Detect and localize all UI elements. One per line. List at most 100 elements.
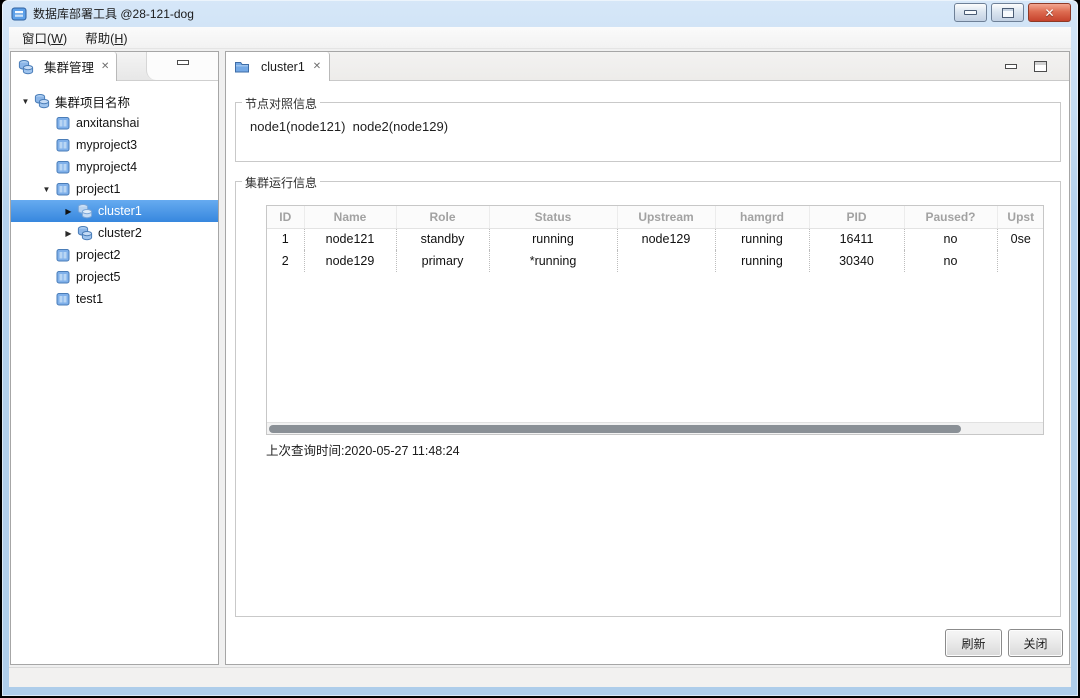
col-header-hamgrd[interactable]: hamgrd <box>714 206 809 229</box>
tree-item-label: myproject3 <box>76 138 138 152</box>
cell: 0se <box>996 228 1043 250</box>
cell: no <box>903 228 997 250</box>
tree-item-cluster2[interactable]: cluster2 <box>11 222 218 244</box>
window-frame-bottom <box>2 687 1078 696</box>
expander-icon[interactable] <box>38 185 55 194</box>
minimize-view-icon[interactable] <box>176 60 189 65</box>
col-header-pid[interactable]: PID <box>808 206 904 229</box>
group-title: 集群运行信息 <box>242 174 321 191</box>
close-icon: ✕ <box>1044 5 1055 20</box>
tab-label: cluster1 <box>261 59 305 74</box>
menu-window[interactable]: 窗口(W) <box>13 25 76 50</box>
tree-item-label: test1 <box>76 292 104 306</box>
tree-item-project1[interactable]: project1 <box>11 178 218 200</box>
expander-icon[interactable] <box>60 229 77 238</box>
node-mapping-text: node1(node121) node2(node129) <box>250 119 449 134</box>
window-controls: ✕ <box>954 3 1071 22</box>
tree-item-project2[interactable]: project2 <box>11 244 218 266</box>
cell <box>616 250 715 272</box>
col-header-role[interactable]: Role <box>395 206 489 229</box>
tab-cluster-management[interactable]: 集群管理 <box>11 52 118 81</box>
tree-item-cluster1[interactable]: cluster1 <box>11 200 218 222</box>
cell: running <box>488 228 617 250</box>
tree-item-label: 集群项目名称 <box>55 95 131 110</box>
cluster-info-group: 集群运行信息 ID Name Role Status Upstream hamg… <box>235 174 1061 617</box>
project-icon <box>55 137 71 153</box>
menubar: 窗口(W) 帮助(H) <box>9 27 1071 49</box>
tree-item-root[interactable]: 集群项目名称 <box>11 90 218 112</box>
tree-item-myproject4[interactable]: myproject4 <box>11 156 218 178</box>
last-query-time: 上次查询时间:2020-05-27 11:48:24 <box>266 444 460 458</box>
cluster-icon <box>77 203 93 219</box>
close-button[interactable]: 关闭 <box>1008 629 1063 657</box>
tree-item-anxitanshai[interactable]: anxitanshai <box>11 112 218 134</box>
tree-item-label: project2 <box>76 248 121 262</box>
minimize-button[interactable] <box>954 3 987 22</box>
maximize-icon <box>1001 7 1014 18</box>
expander-icon[interactable] <box>17 97 34 106</box>
col-header-status[interactable]: Status <box>488 206 617 229</box>
col-header-name[interactable]: Name <box>303 206 396 229</box>
editor-tab-bar: cluster1 <box>226 52 1069 81</box>
cell: running <box>714 228 809 250</box>
tree-item-label: myproject4 <box>76 160 138 174</box>
minimize-editor-icon[interactable] <box>1005 64 1017 69</box>
close-editor-icon[interactable] <box>313 61 321 72</box>
table-row[interactable]: 1 node121 standby running node129 runnin… <box>267 228 1043 250</box>
cell: no <box>903 250 997 272</box>
cell: 2 <box>281 254 289 268</box>
expander-icon[interactable] <box>60 207 77 216</box>
minimize-icon <box>964 10 977 15</box>
scrollbar-thumb[interactable] <box>269 425 961 433</box>
cell: node121 <box>303 228 396 250</box>
cell: 16411 <box>808 228 904 250</box>
explorer-toolbar <box>146 52 218 80</box>
maximize-button[interactable] <box>991 3 1024 22</box>
cell: primary <box>395 250 489 272</box>
cluster-status-table: ID Name Role Status Upstream hamgrd PID … <box>266 205 1044 435</box>
project-icon <box>55 159 71 175</box>
tab-cluster1[interactable]: cluster1 <box>226 52 331 81</box>
tree-item-project5[interactable]: project5 <box>11 266 218 288</box>
tree-item-test1[interactable]: test1 <box>11 288 218 310</box>
close-window-button[interactable]: ✕ <box>1028 3 1071 22</box>
tree-item-myproject3[interactable]: myproject3 <box>11 134 218 156</box>
project-icon <box>55 115 71 131</box>
cluster-explorer-view: 集群管理 集群项目名称 an <box>10 51 219 665</box>
close-view-icon[interactable] <box>101 61 109 72</box>
cell: *running <box>488 250 617 272</box>
col-header-upst[interactable]: Upst <box>996 206 1043 229</box>
app-window: 数据库部署工具 @28-121-dog ✕ 窗口(W) 帮助(H) 集群管理 ✕… <box>2 0 1078 696</box>
cluster-tree: 集群项目名称 anxitanshai myproject3 <box>11 82 218 664</box>
statusbar <box>9 667 1071 687</box>
tree-item-label: project5 <box>76 270 121 284</box>
node-info-group: 节点对照信息 node1(node121) node2(node129) <box>235 95 1061 162</box>
horizontal-scrollbar[interactable] <box>267 422 1043 434</box>
window-title: 数据库部署工具 @28-121-dog <box>33 7 194 21</box>
screen: 数据库部署工具 @28-121-dog ✕ 窗口(W) 帮助(H) 集群管理 ✕… <box>0 0 1080 698</box>
explorer-header: 集群管理 <box>11 52 218 81</box>
project-icon <box>55 291 71 307</box>
cell: node129 <box>303 250 396 272</box>
editor-chrome <box>1005 52 1047 81</box>
maximize-editor-icon[interactable] <box>1034 61 1047 72</box>
menu-help[interactable]: 帮助(H) <box>76 25 136 50</box>
cell: node129 <box>616 228 715 250</box>
database-icon <box>34 93 50 109</box>
cell: running <box>714 250 809 272</box>
project-icon <box>55 247 71 263</box>
titlebar: 数据库部署工具 @28-121-dog ✕ <box>2 0 1078 27</box>
project-icon <box>55 181 71 197</box>
folder-icon <box>234 59 250 75</box>
cell: 1 <box>281 232 289 247</box>
refresh-button[interactable]: 刷新 <box>945 629 1002 657</box>
tree-item-label: cluster2 <box>98 226 142 240</box>
col-header-upstream[interactable]: Upstream <box>616 206 715 229</box>
col-header-paused[interactable]: Paused? <box>903 206 997 229</box>
tab-label: 集群管理 <box>44 61 95 75</box>
col-header-id[interactable]: ID <box>267 206 304 229</box>
cell <box>996 250 1043 272</box>
tree-item-label: anxitanshai <box>76 116 140 130</box>
table-row[interactable]: 2 node129 primary *running running 30340… <box>267 250 1043 272</box>
database-icon <box>18 59 34 75</box>
